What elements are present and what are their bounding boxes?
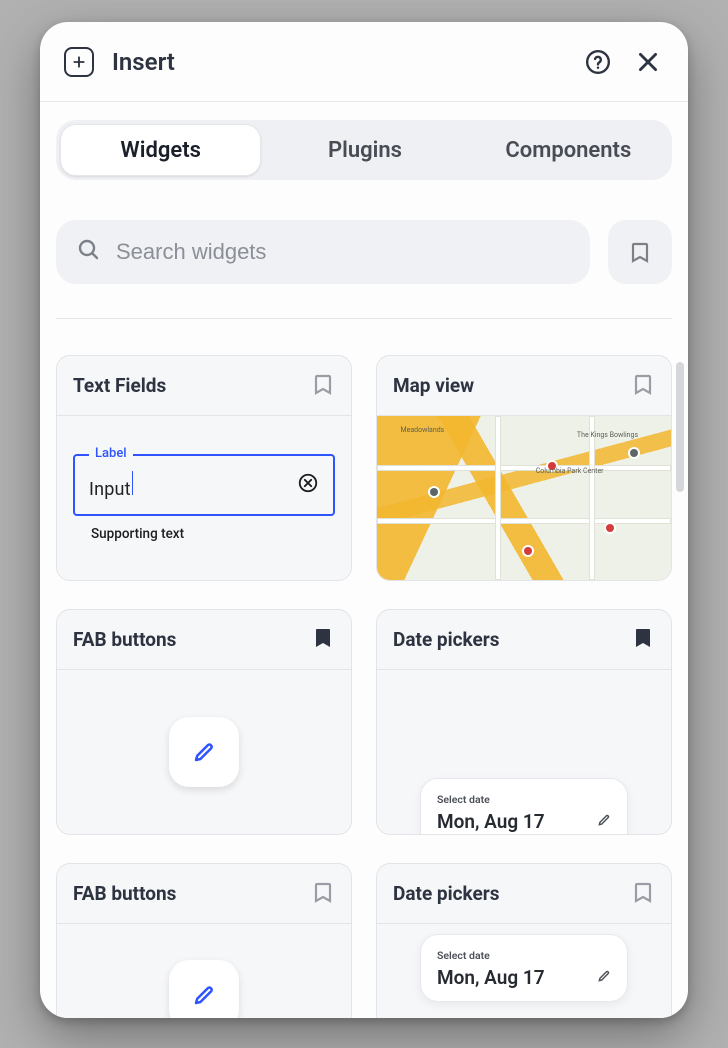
bookmark-toggle[interactable] (631, 880, 655, 908)
textfield-preview: Label Input Supporting text (73, 454, 335, 542)
card-header: FAB buttons (57, 864, 351, 924)
search-input[interactable] (114, 238, 570, 266)
tab-label: Widgets (120, 138, 200, 163)
panel-header: Insert (40, 22, 688, 102)
datepicker-select-label: Select date (421, 779, 627, 810)
category-tabs: Widgets Plugins Components (56, 120, 672, 180)
datepicker-preview: Select date Mon, Aug 17 August 2023 (420, 778, 628, 834)
card-title: FAB buttons (73, 882, 176, 905)
card-title: Date pickers (393, 882, 500, 905)
bookmark-toggle[interactable] (311, 372, 335, 400)
bookmark-toggle[interactable] (311, 880, 335, 908)
textfield-value: Input (89, 471, 297, 500)
panel-title: Insert (112, 48, 175, 76)
fab-preview (169, 960, 239, 1018)
bookmarks-button[interactable] (608, 220, 672, 284)
datepicker-select-label: Select date (421, 935, 627, 966)
card-header: Text Fields (57, 356, 351, 416)
bookmark-toggle[interactable] (631, 626, 655, 654)
widget-card-date-pickers[interactable]: Date pickers Select date Mon, Aug 17 (376, 609, 672, 835)
card-title: Date pickers (393, 628, 500, 651)
datepicker-preview: Select date Mon, Aug 17 (420, 934, 628, 1002)
card-header: Date pickers (377, 864, 671, 924)
panel-body: Widgets Plugins Components Text Fields (40, 102, 688, 1018)
card-header: Date pickers (377, 610, 671, 670)
clear-icon (297, 472, 319, 498)
insert-panel: Insert Widgets Plugins Components (40, 22, 688, 1018)
search-field[interactable] (56, 220, 590, 284)
tab-label: Plugins (328, 138, 402, 163)
card-header: FAB buttons (57, 610, 351, 670)
tab-plugins[interactable]: Plugins (265, 124, 464, 176)
textfield-label: Label (89, 446, 133, 461)
scrollbar-thumb[interactable] (676, 362, 684, 492)
card-title: Text Fields (73, 374, 166, 397)
widget-card-map-view[interactable]: Map view Columbia Park Center (376, 355, 672, 581)
datepicker-selected-date: Mon, Aug 17 (437, 810, 597, 833)
tab-components[interactable]: Components (469, 124, 668, 176)
tab-widgets[interactable]: Widgets (60, 124, 261, 176)
tab-label: Components (505, 138, 631, 163)
widget-card-text-fields[interactable]: Text Fields Label Input (56, 355, 352, 581)
help-button[interactable] (582, 46, 614, 78)
bookmark-toggle[interactable] (311, 626, 335, 654)
textfield-supporting-text: Supporting text (91, 526, 335, 542)
search-icon (76, 237, 100, 267)
widget-card-date-pickers[interactable]: Date pickers Select date Mon, Aug 17 (376, 863, 672, 1018)
insert-icon (64, 47, 94, 77)
widget-card-fab-buttons[interactable]: FAB buttons (56, 609, 352, 835)
widget-grid: Text Fields Label Input (56, 355, 672, 1018)
card-title: FAB buttons (73, 628, 176, 651)
fab-preview (169, 717, 239, 787)
pencil-icon (597, 813, 611, 830)
card-title: Map view (393, 374, 474, 397)
search-row (56, 220, 672, 319)
pencil-icon (597, 969, 611, 986)
widget-card-fab-buttons[interactable]: FAB buttons (56, 863, 352, 1018)
bookmark-toggle[interactable] (631, 372, 655, 400)
datepicker-selected-date: Mon, Aug 17 (437, 966, 597, 989)
close-button[interactable] (632, 46, 664, 78)
card-header: Map view (377, 356, 671, 416)
map-preview: Columbia Park Center Meadowlands The Kin… (377, 416, 671, 580)
